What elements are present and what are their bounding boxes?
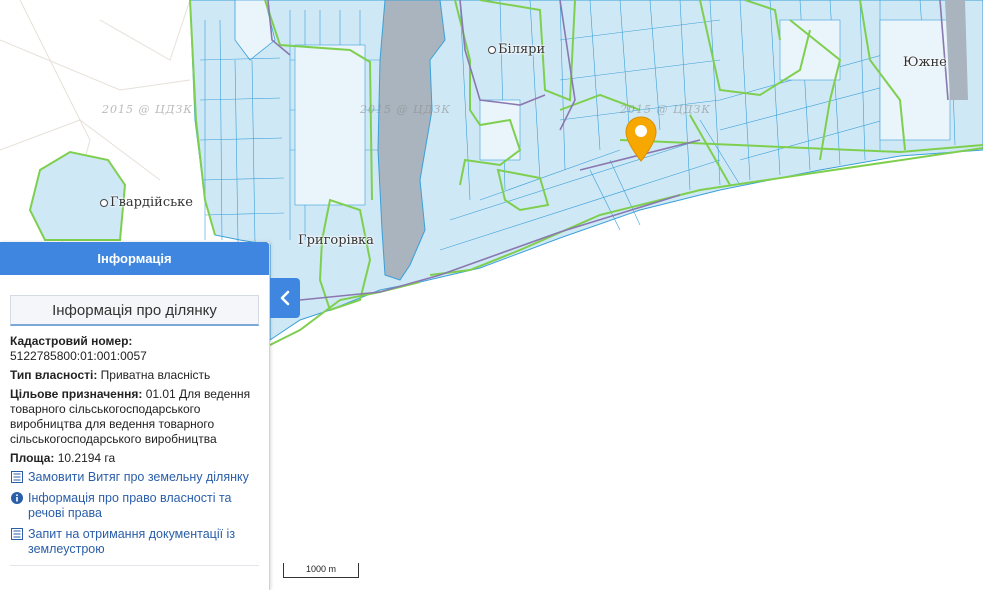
document-list-icon	[11, 528, 23, 540]
documentation-request-link[interactable]: Запит на отримання документації із земле…	[10, 527, 259, 557]
ownership-rights-link-text[interactable]: Інформація про право власності та речові…	[28, 491, 259, 521]
panel-header: Інформація	[0, 242, 269, 275]
collapse-panel-button[interactable]	[270, 278, 300, 318]
purpose-label: Цільове призначення:	[10, 387, 143, 401]
panel-body: Інформація про ділянку Кадастровий номер…	[0, 275, 269, 566]
document-list-icon	[11, 471, 23, 483]
info-circle-icon	[11, 492, 23, 504]
watermark: 2015 @ ЦДЗК	[102, 103, 193, 116]
scale-bar: 1000 m	[283, 563, 359, 578]
ownership-value: Приватна власність	[100, 368, 211, 382]
ownership-rights-link[interactable]: Інформація про право власності та речові…	[10, 491, 259, 521]
chevron-left-icon	[280, 290, 290, 306]
cadastral-value: 5122785800:01:001:0057	[10, 349, 147, 363]
area-label: Площа:	[10, 451, 55, 465]
area-row: Площа: 10.2194 га	[10, 451, 259, 466]
order-extract-link-text[interactable]: Замовити Витяг про земельну ділянку	[28, 470, 249, 485]
documentation-request-link-text[interactable]: Запит на отримання документації із земле…	[28, 527, 259, 557]
place-label: Біляри	[488, 42, 545, 57]
watermark: 2015 @ ЦДЗК	[360, 103, 451, 116]
order-extract-link[interactable]: Замовити Витяг про земельну ділянку	[10, 470, 259, 485]
panel-divider	[10, 565, 259, 566]
purpose-row: Цільове призначення: 01.01 Для ведення т…	[10, 387, 259, 447]
place-label: Гвардійське	[100, 195, 193, 210]
ownership-label: Тип власності:	[10, 368, 98, 382]
cadastral-label: Кадастровий номер:	[10, 334, 133, 348]
settlement-dot-icon	[488, 45, 496, 54]
ownership-row: Тип власності: Приватна власність	[10, 368, 259, 383]
place-label: Южне	[903, 55, 947, 70]
cadastral-number-row: Кадастровий номер: 5122785800:01:001:005…	[10, 334, 259, 364]
parcel-info-title: Інформація про ділянку	[10, 295, 259, 326]
area-value: 10.2194 га	[57, 451, 116, 465]
map-pin-icon[interactable]	[624, 115, 658, 163]
place-label: Григорівка	[298, 233, 374, 248]
settlement-dot-icon	[100, 198, 108, 207]
info-panel: Інформація Інформація про ділянку Кадаст…	[0, 242, 270, 590]
